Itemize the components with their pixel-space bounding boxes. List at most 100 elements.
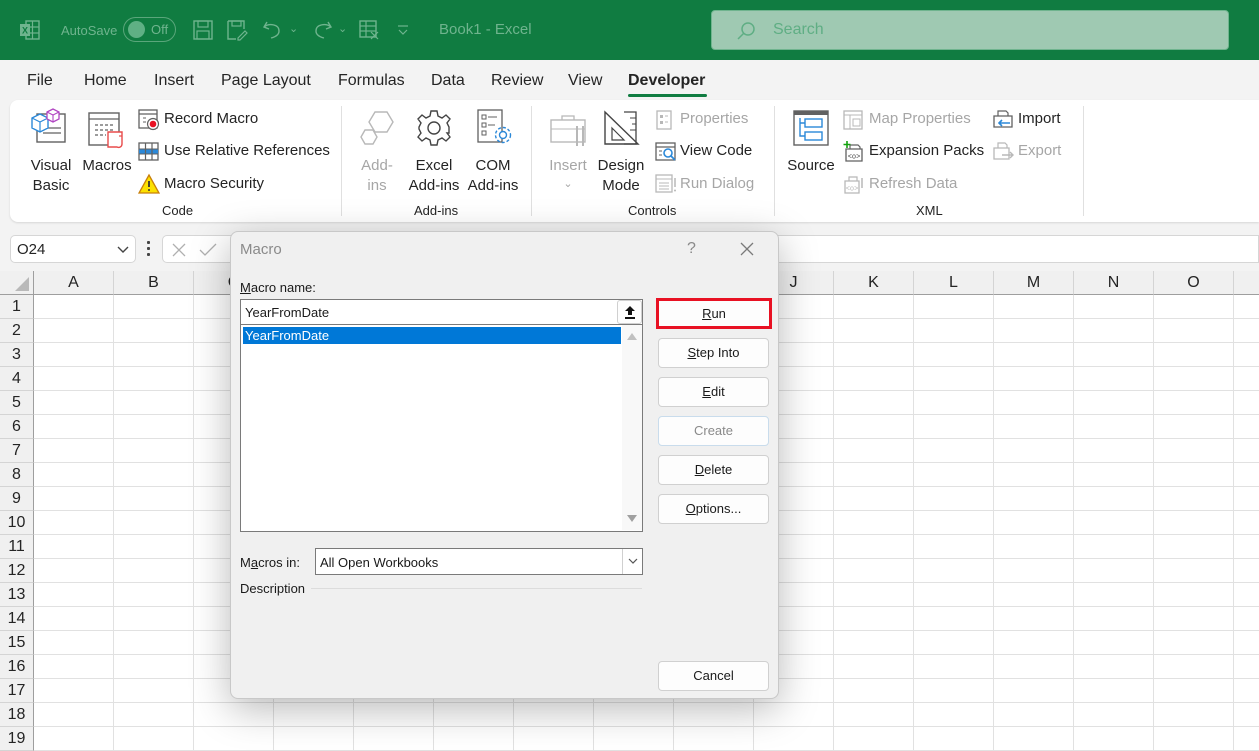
row-header[interactable]: 2 bbox=[0, 319, 34, 343]
close-icon[interactable] bbox=[739, 241, 755, 257]
row-header[interactable]: 7 bbox=[0, 439, 34, 463]
row-header[interactable]: 5 bbox=[0, 391, 34, 415]
run-button[interactable]: Run bbox=[656, 298, 772, 329]
column-header[interactable] bbox=[1234, 271, 1259, 295]
formula-bar-grip-icon[interactable] bbox=[147, 241, 151, 257]
import-button[interactable]: Import bbox=[992, 108, 1082, 132]
row-header[interactable]: 9 bbox=[0, 487, 34, 511]
redo-icon[interactable] bbox=[310, 18, 334, 42]
select-all-triangle-icon bbox=[15, 277, 29, 291]
tab-insert[interactable]: Insert bbox=[154, 72, 194, 90]
row-header[interactable]: 17 bbox=[0, 679, 34, 703]
row-header[interactable]: 8 bbox=[0, 463, 34, 487]
insert-control-button: Insert ⌄ bbox=[545, 106, 591, 196]
insert-control-label: Insert bbox=[549, 157, 587, 174]
macros-in-select[interactable]: All Open Workbooks bbox=[315, 548, 643, 575]
delete-button[interactable]: Delete bbox=[658, 455, 769, 485]
tab-formulas[interactable]: Formulas bbox=[338, 72, 405, 90]
row-header[interactable]: 13 bbox=[0, 583, 34, 607]
excel-logo-icon: X bbox=[20, 20, 40, 40]
map-properties-label: Map Properties bbox=[869, 110, 971, 127]
row-header[interactable]: 15 bbox=[0, 631, 34, 655]
undo-dropdown-icon[interactable]: ⌄ bbox=[289, 22, 298, 35]
row-header[interactable]: 11 bbox=[0, 535, 34, 559]
options-button[interactable]: Options... bbox=[658, 494, 769, 524]
column-header[interactable]: K bbox=[834, 271, 914, 295]
row-header[interactable]: 19 bbox=[0, 727, 34, 751]
row-header[interactable]: 6 bbox=[0, 415, 34, 439]
row-header[interactable]: 4 bbox=[0, 367, 34, 391]
customize-qat-icon[interactable] bbox=[397, 23, 409, 37]
row-header[interactable]: 14 bbox=[0, 607, 34, 631]
table-icon[interactable] bbox=[358, 19, 380, 41]
collapse-dialog-button[interactable] bbox=[617, 300, 642, 324]
tab-page-layout[interactable]: Page Layout bbox=[221, 72, 311, 90]
list-scrollbar[interactable] bbox=[622, 325, 642, 530]
list-item[interactable]: YearFromDate bbox=[243, 327, 621, 344]
search-box[interactable]: Search bbox=[711, 10, 1229, 50]
view-code-button[interactable]: View Code bbox=[655, 140, 775, 164]
step-into-button[interactable]: Step Into bbox=[658, 338, 769, 368]
chevron-down-icon[interactable] bbox=[117, 246, 129, 254]
autosave-toggle[interactable]: Off bbox=[123, 17, 176, 42]
edit-button[interactable]: Edit bbox=[658, 377, 769, 407]
search-icon bbox=[737, 22, 755, 40]
row-header[interactable]: 10 bbox=[0, 511, 34, 535]
visual-basic-button[interactable]: Visual Basic bbox=[24, 106, 78, 196]
save-icon[interactable] bbox=[192, 19, 214, 41]
cancel-entry-icon[interactable] bbox=[171, 242, 187, 258]
source-button[interactable]: Source bbox=[786, 106, 836, 196]
scroll-up-icon[interactable] bbox=[627, 333, 637, 340]
column-header[interactable]: N bbox=[1074, 271, 1154, 295]
tab-file[interactable]: File bbox=[27, 72, 53, 90]
macro-name-label: Macro name: bbox=[240, 280, 316, 295]
macro-name-input[interactable]: YearFromDate bbox=[240, 299, 643, 325]
column-header[interactable]: L bbox=[914, 271, 994, 295]
save-as-icon[interactable] bbox=[226, 19, 248, 41]
dropdown-button[interactable] bbox=[622, 549, 642, 574]
gridline bbox=[1073, 295, 1074, 750]
tab-review[interactable]: Review bbox=[491, 72, 543, 90]
scroll-down-icon[interactable] bbox=[627, 515, 637, 522]
column-header[interactable]: M bbox=[994, 271, 1074, 295]
export-button: Export bbox=[992, 140, 1082, 164]
select-all-button[interactable] bbox=[0, 271, 34, 295]
expansion-packs-button[interactable]: <o> Expansion Packs bbox=[843, 140, 984, 164]
row-header[interactable]: 12 bbox=[0, 559, 34, 583]
source-label: Source bbox=[787, 157, 835, 174]
ribbon: Visual Basic Macros Record Macro Use Rel… bbox=[10, 100, 1259, 222]
row-header[interactable]: 16 bbox=[0, 655, 34, 679]
row-header[interactable]: 1 bbox=[0, 295, 34, 319]
svg-text:<o>: <o> bbox=[846, 186, 859, 194]
name-box[interactable]: O24 bbox=[10, 235, 136, 263]
tab-developer[interactable]: Developer bbox=[628, 72, 705, 90]
macro-list[interactable]: YearFromDate bbox=[240, 325, 643, 532]
tab-view[interactable]: View bbox=[568, 72, 602, 90]
cancel-button[interactable]: Cancel bbox=[658, 661, 769, 691]
macros-in-label: Macros in: bbox=[240, 555, 300, 570]
macros-button[interactable]: Macros bbox=[80, 106, 134, 196]
macro-security-button[interactable]: Macro Security bbox=[138, 172, 343, 196]
com-addins-button[interactable]: COM Add-ins bbox=[465, 106, 521, 196]
design-mode-button[interactable]: Design Mode bbox=[596, 106, 646, 196]
column-header[interactable]: B bbox=[114, 271, 194, 295]
tab-home[interactable]: Home bbox=[84, 72, 127, 90]
undo-icon[interactable] bbox=[261, 18, 285, 42]
gridline bbox=[1233, 295, 1234, 750]
xml-group-label: XML bbox=[916, 203, 943, 218]
tab-data[interactable]: Data bbox=[431, 72, 465, 90]
addins-button: Add-ins bbox=[353, 106, 401, 196]
row-header[interactable]: 3 bbox=[0, 343, 34, 367]
use-relative-references-button[interactable]: Use Relative References bbox=[138, 140, 343, 164]
redo-dropdown-icon[interactable]: ⌄ bbox=[338, 22, 347, 35]
column-header[interactable]: O bbox=[1154, 271, 1234, 295]
column-header[interactable]: A bbox=[34, 271, 114, 295]
record-macro-button[interactable]: Record Macro bbox=[138, 108, 343, 132]
gridline bbox=[34, 702, 1259, 703]
help-button[interactable]: ? bbox=[687, 240, 696, 258]
macro-security-label: Macro Security bbox=[164, 175, 265, 192]
row-header[interactable]: 18 bbox=[0, 703, 34, 727]
excel-addins-button[interactable]: Excel Add-ins bbox=[406, 106, 462, 196]
enter-check-icon[interactable] bbox=[199, 242, 217, 258]
controls-group-label: Controls bbox=[628, 203, 677, 218]
